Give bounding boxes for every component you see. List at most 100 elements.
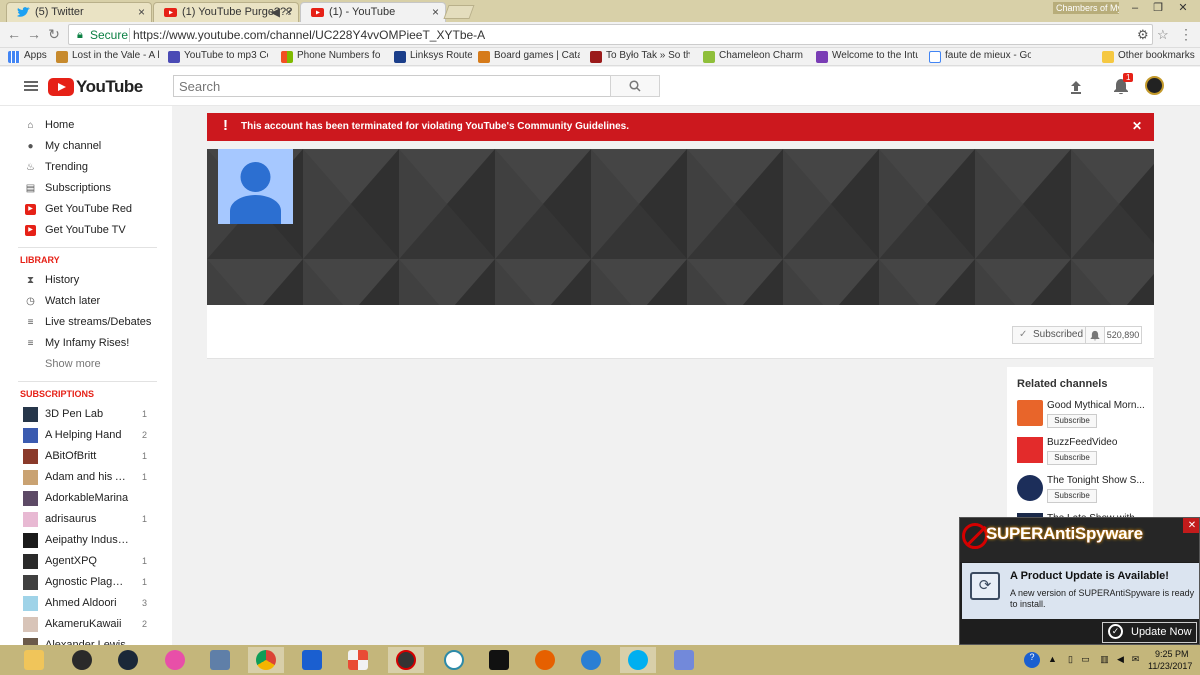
bookmark-item[interactable]: YouTube to mp3 Con	[168, 50, 268, 64]
subscription-item[interactable]: Ahmed Aldoori 3	[0, 593, 172, 614]
sidebar-item-playlist[interactable]: ≡ Live streams/Debates	[0, 312, 172, 333]
sidebar-item-watch-later[interactable]: ◷ Watch later	[0, 291, 172, 312]
bookmark-item[interactable]: Lost in the Vale - A lo	[56, 50, 160, 64]
tab-youtube-channel[interactable]: (1) - YouTube ×	[300, 2, 446, 22]
show-more-link[interactable]: Show more	[0, 354, 172, 375]
subscription-item[interactable]: Agnostic Plague ... 1	[0, 572, 172, 593]
steam-icon[interactable]	[110, 647, 146, 673]
device-icon[interactable]: ▯	[1065, 654, 1076, 665]
translate-icon[interactable]: ⚙	[1137, 27, 1149, 43]
profile-name[interactable]: Chambers of My	[1053, 2, 1119, 14]
sidebar-item-trending[interactable]: ♨ Trending	[0, 157, 172, 178]
sidebar-item-playlist[interactable]: ≡ My Infamy Rises!	[0, 333, 172, 354]
chevron-up-icon[interactable]: ▲	[1047, 654, 1058, 665]
subscription-item[interactable]: adrisaurus 1	[0, 509, 172, 530]
speaker-icon[interactable]: ◀	[271, 5, 280, 19]
subscribed-button[interactable]: ✓ Subscribed	[1012, 326, 1094, 344]
discord-icon[interactable]	[666, 647, 702, 673]
url-text[interactable]: https://www.youtube.com/channel/UC228Y4v…	[133, 28, 485, 42]
sidebar-item-my-channel[interactable]: ● My channel	[0, 136, 172, 157]
subscription-item[interactable]: Alexander Lewis	[0, 635, 172, 645]
update-now-button[interactable]: ✓ Update Now	[1102, 622, 1197, 643]
file-explorer-icon[interactable]	[16, 647, 52, 673]
reload-icon[interactable]: ↻	[46, 26, 62, 42]
back-arrow-icon[interactable]: ←	[6, 26, 22, 42]
clock-time[interactable]: 9:25 PM	[1155, 649, 1189, 659]
skype-icon[interactable]	[620, 647, 656, 673]
subscription-item[interactable]: Adam and his Ap... 1	[0, 467, 172, 488]
calculator-icon[interactable]	[202, 647, 238, 673]
malwarebytes-icon[interactable]	[294, 647, 330, 673]
close-icon[interactable]: ×	[285, 5, 292, 19]
help-icon[interactable]: ?	[1024, 652, 1040, 668]
youtube-logo-icon[interactable]	[48, 78, 74, 96]
bookmark-item[interactable]: Chameleon Charm - (	[703, 50, 805, 64]
clock-date[interactable]: 11/23/2017	[1148, 661, 1192, 671]
channel-avatar	[23, 554, 38, 569]
sidebar-item-youtube-red[interactable]: ▶ Get YouTube Red	[0, 199, 172, 220]
popup-title: SUPERAntiSpyware	[986, 524, 1143, 543]
subscription-item[interactable]: AdorkableMarina	[0, 488, 172, 509]
search-button[interactable]	[610, 75, 660, 97]
close-icon[interactable]: ✕	[1132, 119, 1142, 133]
movie-star-icon[interactable]	[481, 647, 517, 673]
subscribe-button[interactable]: Subscribe	[1047, 414, 1097, 428]
star-icon[interactable]: ☆	[1157, 27, 1169, 43]
system-tray: ? ▲ ▯ ▭ ▥ ◀ ✉ 9:25 PM 11/23/2017	[1020, 645, 1200, 675]
subscription-item[interactable]: AgentXPQ 1	[0, 551, 172, 572]
bookmark-item[interactable]: Phone Numbers for I	[281, 50, 381, 64]
battery-icon[interactable]: ▭	[1080, 654, 1091, 665]
subscribe-button[interactable]: Subscribe	[1047, 451, 1097, 465]
apps-grid-icon[interactable]	[340, 647, 376, 673]
tab-youtube-purge[interactable]: (1) YouTube Purge??? ◀ ×	[153, 2, 299, 22]
notification-bell-button[interactable]	[1085, 326, 1105, 344]
related-channel-item[interactable]: BuzzFeedVideo Subscribe	[1017, 437, 1153, 471]
volume-icon[interactable]: ◀	[1115, 654, 1126, 665]
close-icon[interactable]: ✕	[1183, 518, 1199, 533]
obs-icon[interactable]	[64, 647, 100, 673]
address-bar[interactable]: 🔒︎ Secure https://www.youtube.com/channe…	[68, 24, 1169, 45]
notifications-button[interactable]: 1	[1113, 73, 1134, 98]
search-input[interactable]	[173, 75, 611, 97]
chrome-icon[interactable]	[248, 647, 284, 673]
message-icon[interactable]: ✉	[1130, 654, 1141, 665]
tab-twitter[interactable]: (5) Twitter ×	[6, 2, 152, 22]
superantispyware-icon[interactable]	[388, 647, 424, 673]
sidebar-item-subscriptions[interactable]: ▤ Subscriptions	[0, 178, 172, 199]
close-icon[interactable]: ×	[138, 5, 145, 19]
upload-icon[interactable]	[1068, 79, 1084, 95]
maximize-button[interactable]: ❐	[1145, 0, 1171, 16]
bookmark-item[interactable]: Linksys Router	[394, 50, 472, 64]
sidebar-item-home[interactable]: ⌂ Home	[0, 115, 172, 136]
sidebar-item-history[interactable]: ⧗ History	[0, 270, 172, 291]
menu-dots-icon[interactable]: ⋮	[1178, 26, 1194, 42]
bookmark-item[interactable]: Welcome to the Intuc	[816, 50, 918, 64]
subscription-item[interactable]: AkameruKawaii 2	[0, 614, 172, 635]
app-wave-icon[interactable]	[573, 647, 609, 673]
wattpad-icon[interactable]	[436, 647, 472, 673]
close-window-button[interactable]: ✕	[1170, 0, 1196, 16]
subscription-item[interactable]: 3D Pen Lab 1	[0, 404, 172, 425]
bookmark-apps[interactable]: Apps	[8, 50, 52, 64]
channel-avatar[interactable]	[218, 149, 293, 224]
subscription-item[interactable]: A Helping Hand 2	[0, 425, 172, 446]
account-avatar[interactable]	[1145, 76, 1164, 95]
close-icon[interactable]: ×	[432, 5, 439, 19]
related-channel-item[interactable]: Good Mythical Morn... Subscribe	[1017, 400, 1153, 434]
related-channel-item[interactable]: The Tonight Show S... Subscribe	[1017, 475, 1153, 509]
forward-arrow-icon[interactable]: →	[26, 26, 42, 42]
firefox-icon[interactable]	[527, 647, 563, 673]
network-icon[interactable]: ▥	[1099, 654, 1110, 665]
new-tab-button[interactable]	[443, 5, 475, 19]
other-bookmarks[interactable]: Other bookmarks	[1102, 50, 1198, 64]
itunes-icon[interactable]	[157, 647, 193, 673]
subscription-item[interactable]: Aeipathy Industries	[0, 530, 172, 551]
subscribe-button[interactable]: Subscribe	[1047, 489, 1097, 503]
bookmark-item[interactable]: Board games | Catan	[478, 50, 580, 64]
hamburger-menu-icon[interactable]	[24, 81, 38, 91]
subscription-item[interactable]: ABitOfBritt 1	[0, 446, 172, 467]
bookmark-item[interactable]: faute de mieux - Goo	[929, 50, 1031, 64]
sidebar-item-youtube-tv[interactable]: ▶ Get YouTube TV	[0, 220, 172, 241]
bookmark-item[interactable]: To Było Tak » So the	[590, 50, 690, 64]
youtube-logo-text[interactable]: YouTube	[76, 77, 143, 97]
